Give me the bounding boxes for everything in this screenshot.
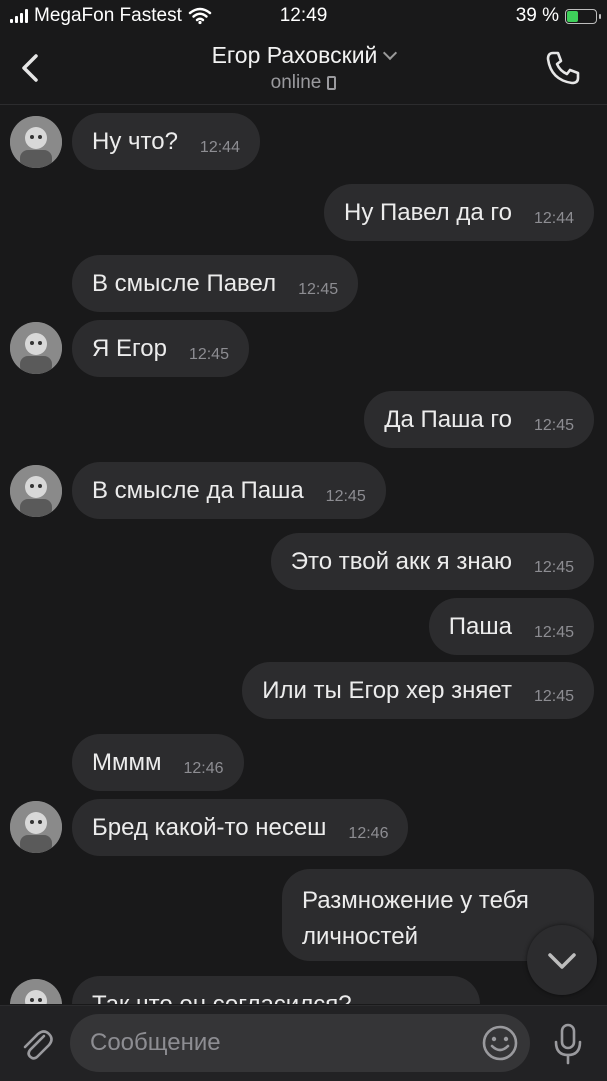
message-text: В смысле да Паша [92, 476, 304, 504]
message-outgoing[interactable]: Или ты Егор хер зняет 12:45 [242, 662, 594, 719]
message-time: 12:45 [298, 280, 339, 298]
message-text: Мммм [92, 748, 162, 776]
battery-icon [565, 8, 601, 24]
paperclip-icon[interactable] [16, 1024, 56, 1064]
message-outgoing[interactable]: Это твой акк я знаю 12:45 [270, 533, 594, 590]
message-incoming[interactable]: Бред какой-то несеш 12:46 [72, 799, 409, 856]
avatar[interactable] [10, 116, 62, 168]
message-time: 12:45 [533, 558, 574, 576]
contact-title[interactable]: Егор Раховский online [0, 42, 607, 94]
message-text: Ну Павел да го [344, 198, 512, 226]
battery-percent: 39 % [515, 5, 559, 26]
avatar[interactable] [10, 322, 62, 374]
contact-name: Егор Раховский [211, 42, 378, 68]
message-text: Я Егор [92, 334, 167, 362]
clipped-message-area: Так что он согласился? [0, 975, 607, 1004]
message-text: Или ты Егор хер зняет [262, 676, 512, 704]
message-text: В смысле Павел [92, 269, 277, 297]
message-incoming[interactable]: Я Егор 12:45 [72, 320, 249, 377]
emoji-icon[interactable] [480, 1023, 520, 1063]
message-time: 12:45 [533, 416, 574, 434]
message-time: 12:45 [188, 345, 229, 363]
call-icon[interactable] [543, 48, 583, 88]
message-text: Ну что? [92, 127, 178, 155]
status-right: 39 % [515, 5, 601, 27]
battery-level-fill [567, 10, 578, 22]
message-outgoing[interactable]: Паша 12:45 [428, 598, 594, 655]
message-text: Это твой акк я знаю [290, 547, 512, 575]
message-time: 12:45 [533, 687, 574, 705]
message-time: 12:45 [533, 623, 574, 641]
scroll-down-button[interactable] [527, 925, 597, 995]
message-incoming[interactable]: Ну что? 12:44 [72, 113, 260, 170]
message-input[interactable] [70, 1014, 530, 1072]
message-text: Бред какой-то несеш [92, 813, 327, 841]
message-text-line: Размножение у тебя [302, 887, 529, 914]
contact-status: online [270, 72, 322, 93]
message-text: Паша [448, 612, 512, 640]
avatar[interactable] [10, 979, 62, 1004]
message-incoming[interactable]: В смысле да Паша 12:45 [72, 462, 386, 519]
composer-bar [0, 1005, 607, 1081]
message-outgoing[interactable]: Ну Павел да го 12:44 [324, 184, 594, 241]
chat-header: Егор Раховский online [0, 34, 607, 105]
status-bar: MegaFon Fastest 12:49 39 % [0, 0, 607, 34]
phone-device-icon [327, 76, 337, 90]
chevron-down-icon [383, 45, 398, 61]
scroll-down-icon [548, 953, 576, 969]
message-time: 12:45 [325, 487, 366, 505]
microphone-icon[interactable] [548, 1022, 588, 1066]
message-incoming[interactable]: Мммм 12:46 [72, 734, 244, 791]
message-time: 12:46 [348, 824, 389, 842]
message-text: Так что он согласился? [92, 990, 352, 1005]
message-time: 12:44 [199, 138, 240, 156]
message-outgoing[interactable]: Да Паша го 12:45 [364, 391, 594, 448]
message-time: 12:44 [533, 209, 574, 227]
message-incoming[interactable]: В смысле Павел 12:45 [72, 255, 359, 312]
message-text: Да Паша го [384, 405, 512, 433]
message-incoming[interactable]: Так что он согласился? [72, 976, 480, 1004]
message-time: 12:46 [183, 759, 224, 777]
avatar[interactable] [10, 465, 62, 517]
avatar[interactable] [10, 801, 62, 853]
